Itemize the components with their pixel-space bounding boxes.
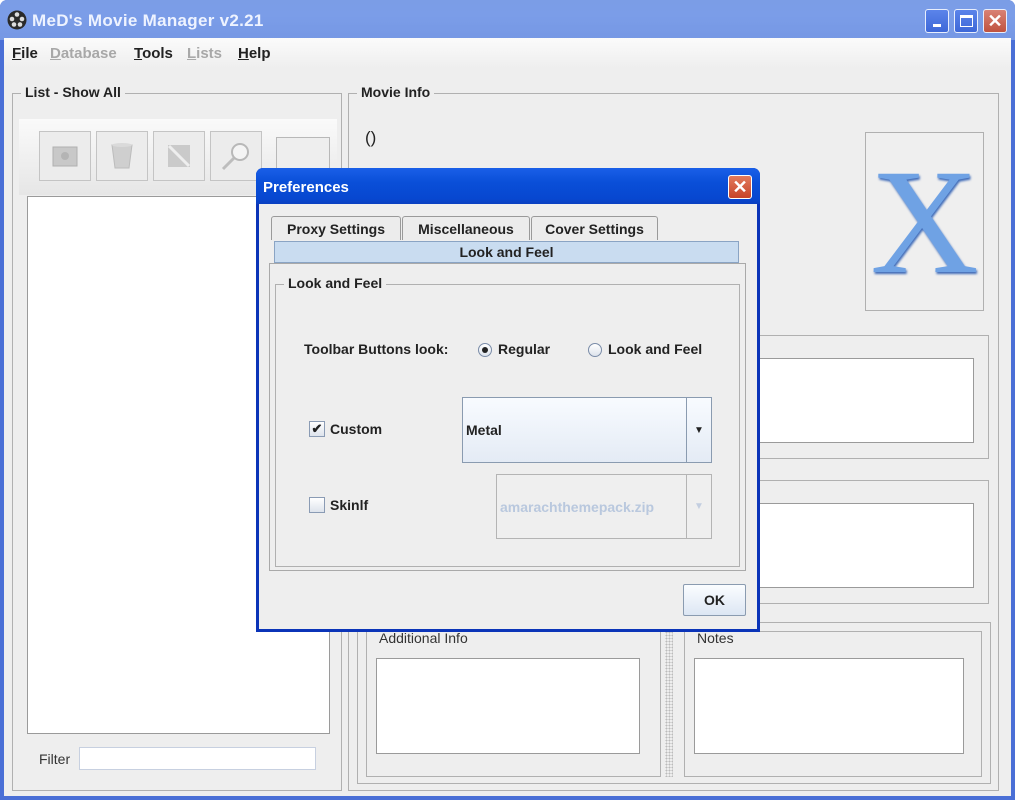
minimize-icon	[933, 24, 941, 27]
menu-tools-label: ools	[142, 45, 173, 62]
skinlf-checkbox[interactable]	[309, 497, 325, 513]
additional-info-text[interactable]	[376, 658, 640, 754]
info-text-2[interactable]	[738, 503, 974, 588]
radio-regular-label: Regular	[498, 341, 551, 357]
menu-help-label: elp	[248, 45, 271, 62]
menu-database-label: atabase	[60, 45, 117, 62]
menu-file-label: ile	[21, 45, 38, 62]
tab-look-and-feel[interactable]: Look and Feel	[274, 241, 739, 263]
skinlf-label: Skinlf	[330, 497, 369, 513]
menu-help[interactable]: Help	[238, 45, 271, 62]
radio-regular[interactable]	[478, 343, 492, 357]
cover-image: X	[865, 132, 984, 311]
split-pane-divider[interactable]	[665, 631, 673, 777]
preferences-dialog: Preferences ✕ Proxy Settings Miscellaneo…	[256, 168, 760, 632]
edit-movie-icon	[167, 144, 191, 168]
menu-tools[interactable]: Tools	[134, 45, 173, 62]
tab-miscellaneous[interactable]: Miscellaneous	[402, 216, 530, 240]
menu-lists-mnemonic: L	[187, 45, 197, 62]
movie-info-title: Movie Info	[357, 84, 435, 100]
custom-label: Custom	[330, 421, 383, 437]
search-button[interactable]	[210, 131, 262, 181]
radio-look-and-feel[interactable]	[588, 343, 602, 357]
tab-proxy-settings[interactable]: Proxy Settings	[271, 216, 401, 240]
tab-cover-settings[interactable]: Cover Settings	[531, 216, 658, 240]
dialog-title-bar[interactable]: Preferences ✕	[256, 168, 760, 204]
skinlf-theme-select-value: amarachthemepack.zip	[500, 499, 655, 515]
menu-bar: File Database Tools Lists Help	[4, 38, 1011, 68]
film-reel-icon	[7, 10, 27, 30]
chevron-down-icon[interactable]: ▼	[686, 475, 711, 538]
additional-info-box: Additional Info	[366, 630, 661, 777]
toolbar-buttons-look-label: Toolbar Buttons look:	[304, 341, 449, 357]
look-and-feel-select-value: Metal	[466, 422, 502, 438]
close-icon: ✕	[987, 10, 1003, 31]
look-and-feel-panel: Look and Feel Toolbar Buttons look: Regu…	[269, 263, 746, 571]
look-and-feel-select[interactable]: Metal ▼	[462, 397, 712, 463]
look-and-feel-group-title: Look and Feel	[284, 275, 387, 291]
maximize-button[interactable]	[954, 9, 978, 33]
search-icon	[221, 143, 249, 171]
close-icon: ✕	[732, 176, 748, 197]
skinlf-theme-select[interactable]: amarachthemepack.zip ▼	[496, 474, 712, 539]
menu-tools-mnemonic: T	[134, 45, 143, 62]
filter-input[interactable]	[79, 747, 316, 770]
add-movie-button[interactable]	[39, 131, 91, 181]
minimize-button[interactable]	[925, 9, 949, 33]
dialog-title: Preferences	[263, 179, 349, 196]
edit-movie-button[interactable]	[153, 131, 205, 181]
add-movie-icon	[52, 146, 78, 167]
menu-help-mnemonic: H	[238, 45, 249, 62]
maximize-icon	[959, 15, 973, 27]
menu-lists[interactable]: Lists	[187, 45, 222, 62]
notes-box: Notes	[684, 630, 982, 777]
trash-icon	[111, 143, 133, 169]
look-and-feel-group: Look and Feel Toolbar Buttons look: Regu…	[275, 275, 740, 567]
cover-x-icon: X	[870, 138, 979, 305]
radio-look-and-feel-label: Look and Feel	[608, 341, 703, 357]
info-box-2	[729, 480, 989, 604]
custom-checkbox[interactable]: ✔	[309, 421, 325, 437]
info-text-1[interactable]	[738, 358, 974, 443]
ok-button[interactable]: OK	[683, 584, 746, 616]
menu-database[interactable]: Database	[50, 45, 117, 62]
menu-database-mnemonic: D	[50, 45, 61, 62]
dialog-body: Proxy Settings Miscellaneous Cover Setti…	[259, 204, 757, 629]
movie-info-value: ()	[365, 128, 377, 147]
menu-lists-label: ists	[196, 45, 223, 62]
list-panel-title: List - Show All	[21, 84, 125, 100]
notes-text[interactable]	[694, 658, 964, 754]
menu-file[interactable]: File	[12, 45, 38, 62]
chevron-down-icon[interactable]: ▼	[686, 398, 711, 462]
window-title: MeD's Movie Manager v2.21	[32, 11, 264, 30]
close-button[interactable]: ✕	[983, 9, 1007, 33]
filter-label: Filter	[39, 751, 71, 767]
menu-file-mnemonic: F	[12, 45, 22, 62]
additional-info-label: Additional Info	[375, 630, 472, 646]
title-bar[interactable]: MeD's Movie Manager v2.21 ✕	[0, 0, 1015, 40]
remove-movie-button[interactable]	[96, 131, 148, 181]
info-box-1	[729, 335, 989, 459]
dialog-close-button[interactable]: ✕	[728, 175, 752, 199]
notes-label: Notes	[693, 630, 738, 646]
